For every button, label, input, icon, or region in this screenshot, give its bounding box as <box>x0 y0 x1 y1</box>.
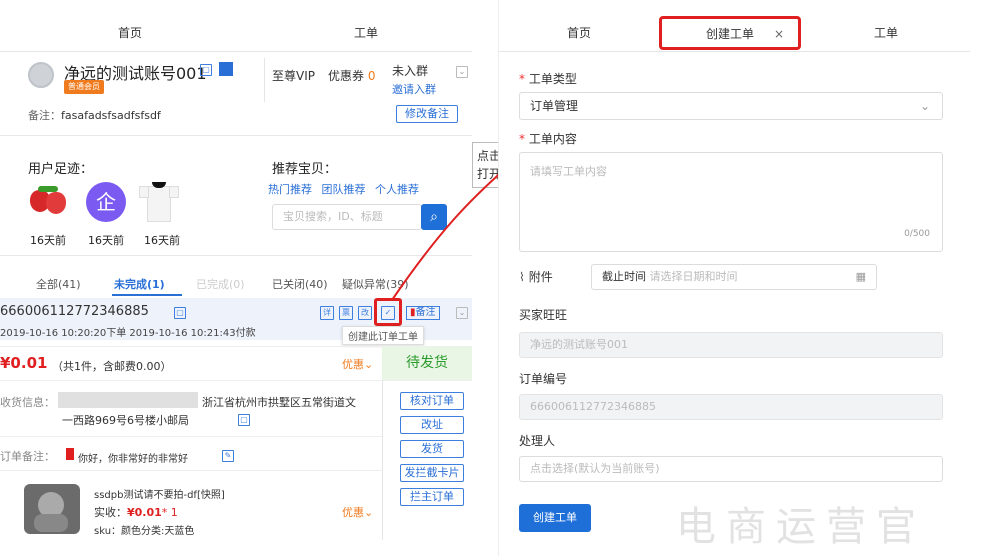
tab-create-ticket-label: 创建工单 <box>705 27 754 41</box>
chevron-down-icon: ⌄ <box>919 99 930 113</box>
ticket-content-placeholder: 请填写工单内容 <box>530 165 607 178</box>
screenshot-root: 首页 工单 净远的测试账号001 ▢ 普通会员 备注：fasafadsfsadf… <box>0 0 986 556</box>
char-count: 0/500 <box>904 229 930 239</box>
handler-picker[interactable]: 点击选择(默认为当前账号) <box>519 456 943 482</box>
order-number-label: 订单编号 <box>519 372 568 386</box>
ticket-type-value: 订单管理 <box>530 99 579 113</box>
watermark: 电商运营官 <box>676 504 926 550</box>
tab-create-ticket[interactable]: 创建工单 × <box>659 16 801 50</box>
ticket-type-label: * 工单类型 <box>519 72 577 86</box>
ticket-panel: 首页 创建工单 × 工单 * 工单类型 订单管理 ⌄ * 工单内容 请填写工单内容 0… <box>498 0 970 556</box>
right-tab-bar: 首页 创建工单 × 工单 <box>499 14 970 52</box>
ticket-content-textarea[interactable]: 请填写工单内容 0/500 <box>519 152 943 252</box>
order-number-field[interactable]: 666006112772346885 <box>519 394 943 420</box>
calendar-icon: ▦ <box>855 270 866 283</box>
attachment-button[interactable]: ⌇ 附件 <box>519 268 553 285</box>
ticket-content-label: * 工单内容 <box>519 132 577 146</box>
arrow-to-callout <box>391 167 507 301</box>
handler-label: 处理人 <box>519 434 556 448</box>
attachment-label: 附件 <box>528 270 553 284</box>
deadline-label: 截止时间 <box>602 270 646 283</box>
ticket-type-select[interactable]: 订单管理 ⌄ <box>519 92 943 120</box>
create-ticket-button[interactable]: 创建工单 <box>519 504 591 532</box>
tab-home[interactable]: 首页 <box>499 14 659 52</box>
deadline-picker[interactable]: 截止时间 请选择日期和时间 ▦ <box>591 264 877 290</box>
buyer-label: 买家旺旺 <box>519 308 568 322</box>
deadline-placeholder: 请选择日期和时间 <box>649 270 738 283</box>
buyer-field[interactable]: 净远的测试账号001 <box>519 332 943 358</box>
close-icon[interactable]: × <box>774 19 784 49</box>
paperclip-icon: ⌇ <box>519 270 525 284</box>
tab-ticket[interactable]: 工单 <box>801 14 971 52</box>
